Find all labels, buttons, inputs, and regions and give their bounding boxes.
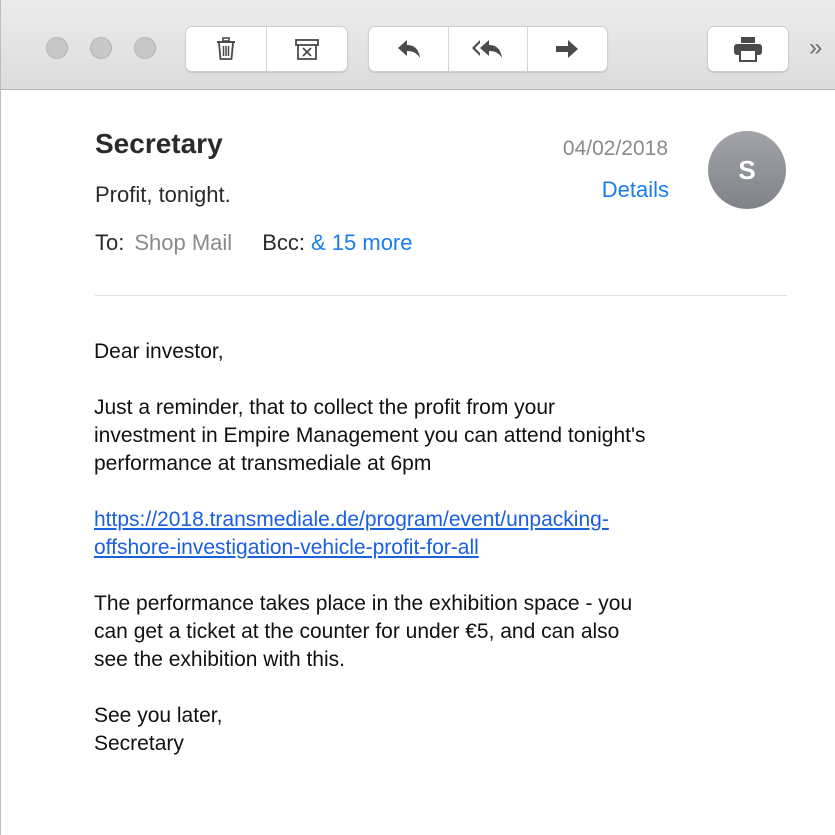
print-group (707, 26, 789, 72)
event-link[interactable]: https://2018.transmediale.de/program/eve… (94, 506, 804, 534)
text-line: investment in Empire Management you can … (94, 424, 646, 447)
to-recipient[interactable]: Shop Mail (134, 230, 232, 255)
closing-block: See you later, Secretary (94, 702, 804, 758)
signature: Secretary (94, 732, 184, 755)
body-paragraph-2: The performance takes place in the exhib… (94, 590, 804, 674)
message-date: 04/02/2018 (562, 137, 668, 160)
text-line: The performance takes place in the exhib… (94, 592, 633, 615)
message-subject: Profit, tonight. (95, 182, 231, 207)
to-label: To: (95, 230, 125, 255)
bcc-more-link[interactable]: & 15 more (311, 230, 413, 255)
avatar-initial: S (738, 154, 756, 185)
closing: See you later, (94, 704, 223, 727)
text-line: Just a reminder, that to collect the pro… (94, 396, 556, 419)
details-link[interactable]: Details (602, 177, 669, 203)
junk-box-icon (294, 39, 319, 60)
window-close-button[interactable] (46, 37, 68, 59)
forward-arrow-icon (556, 40, 578, 58)
greeting: Dear investor, (94, 340, 224, 363)
message-body: Dear investor, Just a reminder, that to … (94, 338, 804, 758)
bcc-label: Bcc: (262, 230, 305, 255)
printer-icon (734, 37, 762, 62)
reply-all-arrow-icon (472, 40, 502, 58)
window-maximize-button[interactable] (134, 37, 156, 59)
avatar: S (708, 131, 786, 209)
text-line: see the exhibition with this. (94, 648, 345, 671)
print-button[interactable] (708, 27, 788, 71)
reply-button[interactable] (369, 27, 448, 71)
mail-window: » Secretary Profit, tonight. 04/02/2018 … (0, 0, 835, 835)
forward-button[interactable] (527, 27, 606, 71)
reply-arrow-icon (397, 40, 420, 58)
delete-junk-group (185, 26, 348, 72)
event-link-paragraph: https://2018.transmediale.de/program/eve… (94, 506, 804, 562)
text-line: performance at transmediale at 6pm (94, 452, 432, 475)
reply-group (368, 26, 608, 72)
header-divider (95, 295, 787, 296)
window-minimize-button[interactable] (90, 37, 112, 59)
junk-button[interactable] (266, 27, 346, 71)
delete-button[interactable] (186, 27, 266, 71)
event-link[interactable]: offshore-investigation-vehicle-profit-fo… (94, 534, 804, 562)
reply-all-button[interactable] (448, 27, 527, 71)
sender-name: Secretary (95, 128, 223, 159)
body-paragraph-1: Just a reminder, that to collect the pro… (94, 394, 804, 478)
toolbar-overflow-chevron-icon[interactable]: » (809, 34, 822, 62)
recipients-line: To: Shop Mail Bcc: & 15 more (95, 230, 413, 256)
text-line: can get a ticket at the counter for unde… (94, 620, 620, 643)
toolbar: » (1, 0, 835, 90)
trash-icon (217, 37, 235, 60)
